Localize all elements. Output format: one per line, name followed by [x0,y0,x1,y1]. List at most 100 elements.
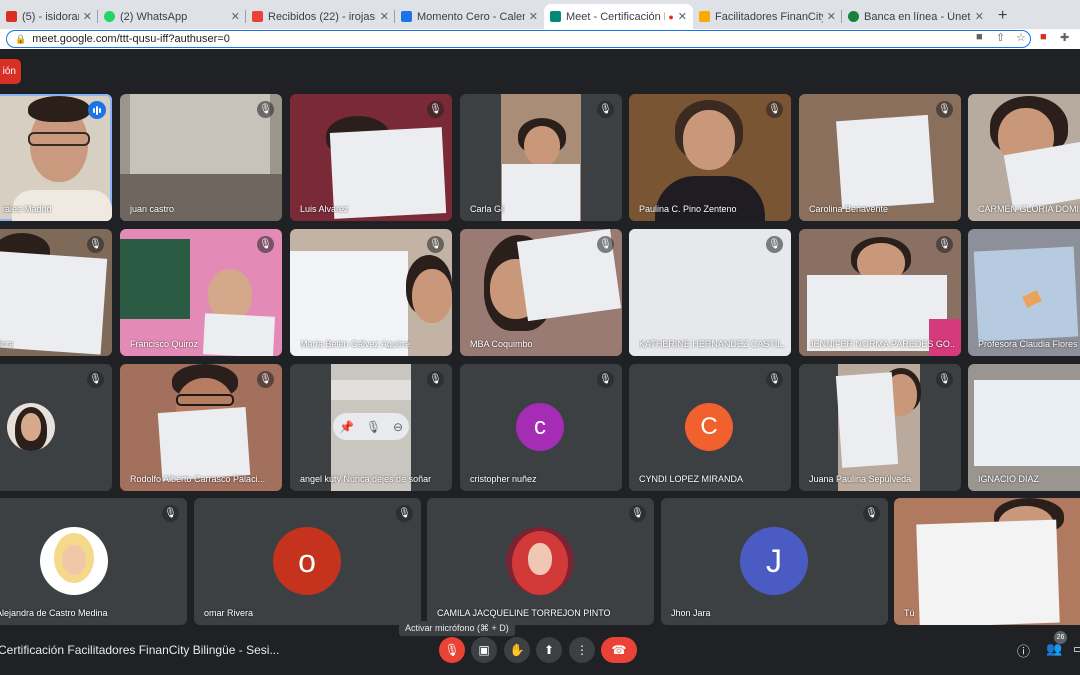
mute-participant-icon[interactable]: 🎙 [366,420,381,434]
participant-tile[interactable]: o 🎙 omar Rivera [194,498,421,625]
url-text: meet.google.com/ttt-qusu-iff?authuser=0 [32,33,230,45]
participant-name: Carolina Benavente [809,204,889,214]
camera-toggle-button[interactable]: ▣ [471,637,497,663]
participant-tile[interactable]: 🎙 Rodolfo Alberto Carrasco Palaci... [120,364,282,491]
avatar-initial: o [298,542,316,579]
participant-name: Carla Gil [470,204,506,214]
info-icon[interactable]: ⓘ [1017,641,1030,660]
present-screen-button[interactable]: ⬆ [536,637,562,663]
browser-tab[interactable]: Facilitadores FinanCity, Online ✕ [693,4,842,29]
participant-tile[interactable]: J 🎙 Jhon Jara [661,498,888,625]
browser-tab[interactable]: (5) - isidorarojas@g ✕ [0,4,98,29]
participant-tile[interactable]: 🎙 Juana Paulina Sepúlveda [799,364,961,491]
puzzle-extensions-icon[interactable]: ✚ [1060,31,1069,44]
raise-hand-button[interactable]: ✋ [504,637,530,663]
participant-tile[interactable]: 🎙 CAMILA JACQUELINE TORREJON PINTO [427,498,654,625]
close-tab-icon[interactable]: ✕ [83,10,92,23]
close-tab-icon[interactable]: ✕ [529,10,538,23]
mic-off-icon: 🎙 [162,505,179,522]
remove-icon[interactable]: ⊖ [393,420,403,434]
favicon-icon [6,11,17,22]
close-tab-icon[interactable]: ✕ [678,10,687,23]
participant-tile[interactable]: Profesora Claudia Flores [968,229,1080,356]
hand-icon: ✋ [509,643,525,657]
mic-off-icon: 🎙 [87,236,104,253]
mic-off-icon: 🎙 [766,101,783,118]
profile-photo-avatar [40,527,108,595]
mic-off-icon: 🎙 [257,236,274,253]
participant-tile[interactable]: 🎙 Luis Alvarez [290,94,452,221]
participant-name: Rodolfo Alberto Carrasco Palaci... [130,474,266,484]
mic-off-icon: 🎙 [766,236,783,253]
participant-tile[interactable]: 🎙 Carla Gil [460,94,622,221]
gmail-icon [252,11,263,22]
mic-off-icon: 🎙 [766,371,783,388]
browser-tab-active[interactable]: Meet - Certificación Faciliti ● ✕ [544,4,693,29]
close-tab-icon[interactable]: ✕ [231,10,240,23]
participant-name: Profesora Claudia Flores [978,339,1078,349]
browser-tab[interactable]: Momento Cero - Calendar - Se ✕ [395,4,544,29]
browser-tab[interactable]: Banca en línea - Únete a los G ✕ [842,4,990,29]
participant-tile[interactable]: 🎙 onzález Mora [0,229,112,356]
participant-tile[interactable]: C 🎙 CYNDI LOPEZ MIRANDA [629,364,791,491]
self-view-tile[interactable]: Tú [894,498,1080,625]
leave-call-button[interactable]: ☎ [601,637,637,663]
participant-tile[interactable]: 🎙 Francisco Quiroz [120,229,282,356]
meet-icon [550,11,561,22]
participant-name: Tú [904,608,915,618]
avatar-initial: J [766,542,782,579]
participant-name: Juana Paulina Sepúlveda [809,474,912,484]
mic-off-icon: 🎙 [936,101,953,118]
participant-tile[interactable]: 🎙 MBA Coquimbo [460,229,622,356]
tab-title: Facilitadores FinanCity, Online [715,10,823,23]
browser-tab[interactable]: (2) WhatsApp ✕ [98,4,246,29]
recording-dot-icon: ● [668,11,674,22]
participant-initial-avatar: c [516,403,564,451]
participant-initial-avatar: o [273,527,341,595]
close-tab-icon[interactable]: ✕ [827,10,836,23]
participant-tile[interactable]: rales Madrid [0,94,112,221]
pin-icon[interactable]: 📌 [339,420,354,434]
participant-tile[interactable]: 🎙 JENNIFER NORMA PAREDES GO... [799,229,961,356]
participant-tile[interactable]: IGNACIO DIAZ [968,364,1080,491]
meeting-status-pill[interactable]: ión [0,59,21,84]
browser-tab[interactable]: Recibidos (22) - irojas@mome ✕ [246,4,395,29]
tab-title: (2) WhatsApp [120,10,188,23]
participant-name: Alejandra de Castro Medina [0,608,108,618]
new-tab-button[interactable]: + [998,7,1007,25]
extension-icon[interactable]: ■ [1040,31,1047,43]
mic-off-icon: 🎙 [427,101,444,118]
participant-tile[interactable]: 🎙 KATHERINE HERNANDEZ CASTIL... [629,229,791,356]
participant-tile[interactable]: 🎙 llardo [0,364,112,491]
camera-in-use-icon[interactable]: ■ [976,31,983,43]
participant-tile[interactable]: 🎙 Paulina C. Pino Zenteno [629,94,791,221]
share-icon[interactable]: ⇧ [996,31,1005,44]
close-tab-icon[interactable]: ✕ [975,10,984,23]
participant-tile[interactable]: 🎙 juan castro [120,94,282,221]
meeting-title: Certificación Facilitadores FinanCity Bi… [0,643,280,657]
avatar-initial: c [534,413,546,440]
mic-off-icon: 🎙 [863,505,880,522]
mic-off-icon: 🎙 [444,643,460,657]
participant-name: juan castro [130,204,175,214]
participant-tile[interactable]: c 🎙 cristopher nuñez [460,364,622,491]
participant-tile[interactable]: 🎙 Carolina Benavente [799,94,961,221]
bookmark-star-icon[interactable]: ☆ [1016,31,1026,44]
whatsapp-icon [104,11,115,22]
participant-tile[interactable]: 🎙 María Belén Gálvez Aguirre [290,229,452,356]
chat-icon[interactable]: ▭ [1073,641,1080,657]
mic-off-icon: 🎙 [936,236,953,253]
participant-name: KATHERINE HERNANDEZ CASTIL... [639,339,785,349]
close-tab-icon[interactable]: ✕ [380,10,389,23]
participant-count-badge: 26 [1054,631,1067,644]
address-bar[interactable]: 🔒 meet.google.com/ttt-qusu-iff?authuser=… [6,30,1031,48]
mic-off-icon: 🎙 [597,236,614,253]
participant-tile[interactable]: CARMEN GLORIA DOMIN [968,94,1080,221]
participant-initial-avatar: C [685,403,733,451]
participant-name: Francisco Quiroz [130,339,199,349]
mic-toggle-button[interactable]: 🎙 [439,637,465,663]
more-options-button[interactable]: ⋮ [569,637,595,663]
lock-icon[interactable]: 🔒 [15,34,26,45]
participant-tile[interactable]: 🎙 Alejandra de Castro Medina [0,498,187,625]
participant-name: onzález Mora [0,339,15,349]
